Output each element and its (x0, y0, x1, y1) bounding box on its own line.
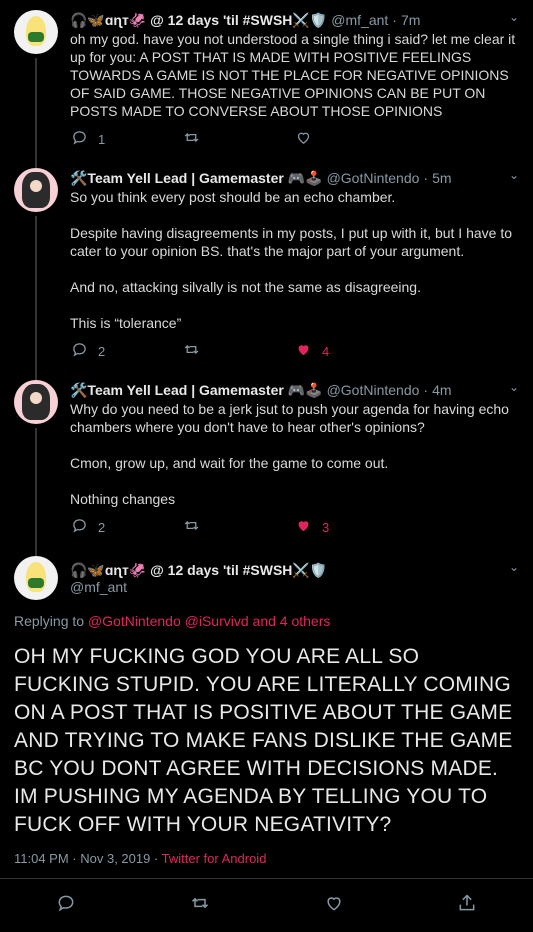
tweet-thread: 🎧🦋ɑɳт🦑 @ 12 days 'til #SWSH⚔️🛡️ @mf_ant … (0, 0, 533, 912)
tweet-meta: 11:04 PM · Nov 3, 2019 · Twitter for And… (0, 839, 533, 878)
tweet-body: 🎧🦋ɑɳт🦑 @ 12 days 'til #SWSH⚔️🛡️ @mf_ant … (70, 10, 519, 158)
replying-to-link[interactable]: @GotNintendo @iSurvivd and 4 others (88, 613, 330, 629)
handle[interactable]: @mf_ant (331, 12, 388, 28)
share-icon (459, 894, 475, 911)
main-tweet-text: OH MY FUCKING GOD YOU ARE ALL SO FUCKING… (14, 645, 513, 836)
tweet-text: So you think every post should be an ech… (70, 189, 513, 331)
main-tweet-names: 🎧🦋ɑɳт🦑 @ 12 days 'til #SWSH⚔️🛡️ @mf_ant (70, 556, 327, 600)
main-timestamp[interactable]: 11:04 PM · Nov 3, 2019 · (14, 851, 162, 866)
tweet-left (14, 556, 70, 600)
tweet-left (14, 168, 70, 380)
like-button[interactable]: 3 (294, 517, 406, 538)
thread-line (35, 58, 37, 168)
chevron-down-icon[interactable]: ⌄ (509, 168, 519, 182)
timestamp[interactable]: 7m (401, 12, 420, 28)
handle[interactable]: @GotNintendo (327, 170, 420, 186)
reply-button[interactable]: 2 (70, 341, 182, 362)
reply-button[interactable]: 2 (70, 517, 182, 538)
retweet-icon (182, 517, 200, 538)
action-bar: 1 (70, 120, 519, 158)
separator-dot: · (423, 170, 429, 186)
tweet[interactable]: 🎧🦋ɑɳт🦑 @ 12 days 'til #SWSH⚔️🛡️ @mf_ant … (0, 0, 533, 168)
tweet-left (14, 10, 70, 168)
action-bar: 2 3 (70, 508, 519, 546)
avatar[interactable] (14, 556, 58, 600)
chevron-down-icon[interactable]: ⌄ (509, 10, 519, 24)
reply-button[interactable]: 1 (70, 129, 182, 150)
tweet-header: 🛠️Team Yell Lead | Gamemaster 🎮🕹️ @GotNi… (70, 380, 519, 400)
tweet-body: 🛠️Team Yell Lead | Gamemaster 🎮🕹️ @GotNi… (70, 380, 519, 546)
like-count: 4 (322, 343, 330, 359)
retweet-button[interactable] (182, 341, 294, 362)
tweet-source[interactable]: Twitter for Android (162, 851, 267, 866)
like-button[interactable] (324, 893, 344, 918)
thread-line (35, 428, 37, 556)
separator-dot: · (423, 382, 429, 398)
avatar[interactable] (14, 380, 58, 424)
display-name[interactable]: 🛠️Team Yell Lead | Gamemaster 🎮🕹️ (70, 170, 323, 187)
main-action-bar (0, 879, 533, 932)
retweet-icon (182, 129, 200, 150)
avatar[interactable] (14, 168, 58, 212)
heart-icon (294, 129, 312, 150)
tweet[interactable]: 🛠️Team Yell Lead | Gamemaster 🎮🕹️ @GotNi… (0, 370, 533, 556)
handle[interactable]: @GotNintendo (327, 382, 420, 398)
tweet-header: 🎧🦋ɑɳт🦑 @ 12 days 'til #SWSH⚔️🛡️ @mf_ant … (70, 10, 519, 30)
tweet[interactable]: 🛠️Team Yell Lead | Gamemaster 🎮🕹️ @GotNi… (0, 158, 533, 380)
replying-to: Replying to @GotNintendo @iSurvivd and 4… (0, 600, 533, 629)
reply-button[interactable] (56, 893, 76, 918)
timestamp[interactable]: 4m (432, 382, 451, 398)
reply-icon (70, 517, 88, 538)
retweet-button[interactable] (189, 893, 211, 918)
reply-count: 1 (98, 131, 106, 147)
display-name[interactable]: 🛠️Team Yell Lead | Gamemaster 🎮🕹️ (70, 382, 323, 399)
tweet-body: 🛠️Team Yell Lead | Gamemaster 🎮🕹️ @GotNi… (70, 168, 519, 370)
heart-icon (294, 517, 312, 538)
handle[interactable]: @mf_ant (70, 579, 327, 595)
retweet-icon (182, 341, 200, 362)
display-name[interactable]: 🎧🦋ɑɳт🦑 @ 12 days 'til #SWSH⚔️🛡️ (70, 562, 327, 579)
thread-line (35, 216, 37, 380)
like-button[interactable] (294, 129, 406, 150)
separator-dot: · (392, 12, 397, 28)
chevron-down-icon[interactable]: ⌄ (509, 380, 519, 394)
tweet-header: 🛠️Team Yell Lead | Gamemaster 🎮🕹️ @GotNi… (70, 168, 519, 188)
reply-icon (58, 895, 74, 912)
tweet-text: Why do you need to be a jerk jsut to pus… (70, 401, 509, 507)
reply-icon (70, 129, 88, 150)
retweet-button[interactable] (182, 517, 294, 538)
main-tweet-header: 🎧🦋ɑɳт🦑 @ 12 days 'til #SWSH⚔️🛡️ @mf_ant … (0, 546, 533, 600)
avatar[interactable] (14, 10, 58, 54)
share-button[interactable] (457, 893, 477, 918)
heart-icon (327, 897, 341, 911)
heart-icon (294, 341, 312, 362)
reply-icon (70, 341, 88, 362)
chevron-down-icon[interactable]: ⌄ (509, 560, 519, 574)
display-name[interactable]: 🎧🦋ɑɳт🦑 @ 12 days 'til #SWSH⚔️🛡️ (70, 12, 327, 29)
retweet-icon (192, 897, 209, 909)
replying-prefix: Replying to (14, 613, 88, 629)
reply-count: 2 (98, 519, 106, 535)
like-button[interactable]: 4 (294, 341, 406, 362)
reply-count: 2 (98, 343, 106, 359)
tweet-text: oh my god. have you not understood a sin… (70, 31, 516, 119)
timestamp[interactable]: 5m (432, 170, 451, 186)
like-count: 3 (322, 519, 330, 535)
retweet-button[interactable] (182, 129, 294, 150)
action-bar: 2 4 (70, 332, 519, 370)
tweet-left (14, 380, 70, 556)
